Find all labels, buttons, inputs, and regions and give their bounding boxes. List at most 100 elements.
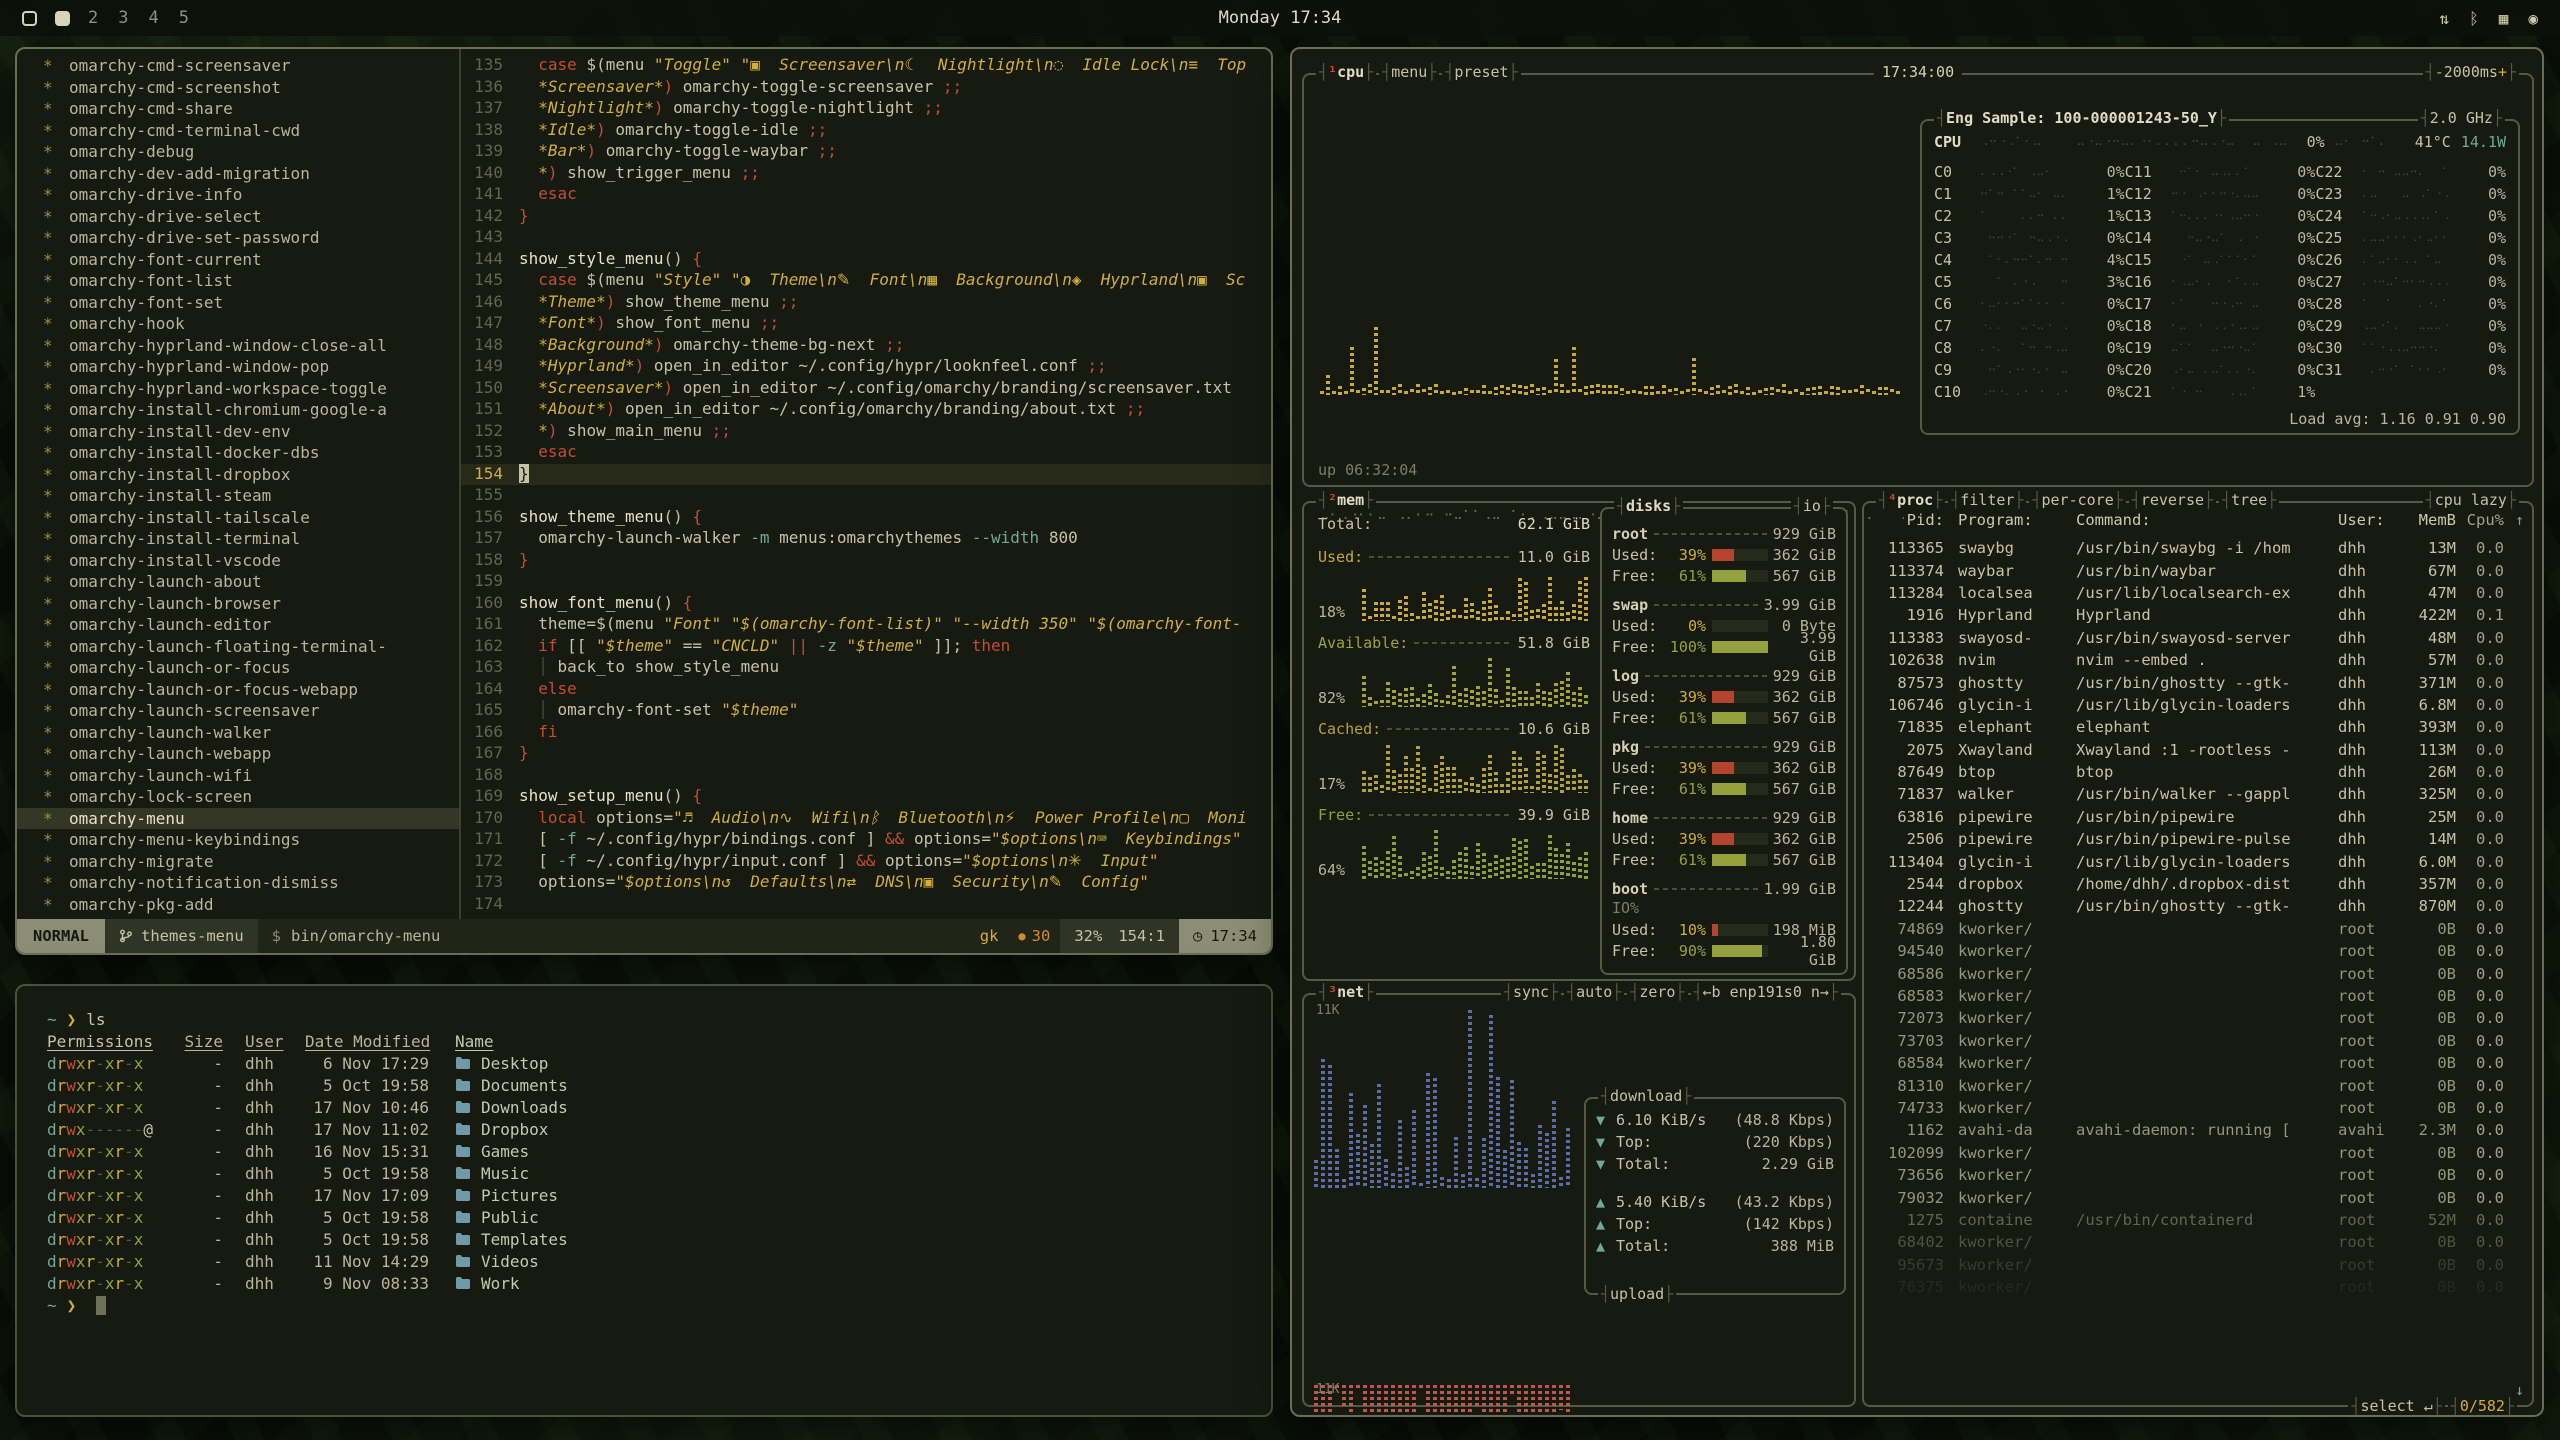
process-row[interactable]: 68402 kworker/ root 0B 0.0: [1878, 1231, 2504, 1253]
file-item[interactable]: *omarchy-migrate: [17, 851, 459, 873]
terminal-prompt[interactable]: ~❯: [47, 1294, 1241, 1316]
file-item[interactable]: *omarchy-cmd-screenshot: [17, 77, 459, 99]
file-item[interactable]: *omarchy-font-list: [17, 270, 459, 292]
proc-box-chip[interactable]: ┤filter├: [1948, 490, 2026, 510]
process-row[interactable]: 74869 kworker/ root 0B 0.0: [1878, 918, 2504, 940]
code-line[interactable]: 139 *Bar*) omarchy-toggle-waybar ;;: [461, 141, 1271, 163]
file-item[interactable]: *omarchy-install-vscode: [17, 550, 459, 572]
code-line[interactable]: 163 │ back_to show_style_menu: [461, 657, 1271, 679]
code-line[interactable]: 151 *About*) open_in_editor ~/.config/om…: [461, 399, 1271, 421]
file-item[interactable]: *omarchy-launch-or-focus: [17, 657, 459, 679]
code-line[interactable]: 147 *Font*) show_font_menu ;;: [461, 313, 1271, 335]
code-line[interactable]: 166 fi: [461, 722, 1271, 744]
process-row[interactable]: 102099 kworker/ root 0B 0.0: [1878, 1142, 2504, 1164]
file-item[interactable]: *omarchy-launch-webapp: [17, 743, 459, 765]
file-item[interactable]: *omarchy-menu-keybindings: [17, 829, 459, 851]
code-line[interactable]: 154}: [461, 464, 1271, 486]
workspace-button[interactable]: 5: [179, 8, 189, 28]
code-line[interactable]: 155: [461, 485, 1271, 507]
file-item[interactable]: *omarchy-font-set: [17, 292, 459, 314]
io-chip[interactable]: ┤io├: [1791, 496, 1833, 516]
process-row[interactable]: 2544 dropbox /home/dhh/.dropbox-dist dhh…: [1878, 873, 2504, 895]
code-line[interactable]: 172 [ -f ~/.config/hypr/input.conf ] && …: [461, 851, 1271, 873]
cpu-box-chip[interactable]: ┤menu├: [1379, 62, 1439, 82]
file-item[interactable]: *omarchy-lock-screen: [17, 786, 459, 808]
proc-box-chip[interactable]: ┤⁴proc├: [1876, 490, 1945, 510]
process-row[interactable]: 68584 kworker/ root 0B 0.0: [1878, 1052, 2504, 1074]
process-row[interactable]: 74733 kworker/ root 0B 0.0: [1878, 1097, 2504, 1119]
file-item[interactable]: *omarchy-launch-walker: [17, 722, 459, 744]
file-item[interactable]: *omarchy-install-terminal: [17, 528, 459, 550]
file-item[interactable]: *omarchy-notification-dismiss: [17, 872, 459, 894]
code-line[interactable]: 173 options="$options\n↺ Defaults\n⇄ DNS…: [461, 872, 1271, 894]
code-line[interactable]: 142}: [461, 206, 1271, 228]
process-row[interactable]: 68583 kworker/ root 0B 0.0: [1878, 985, 2504, 1007]
process-row[interactable]: 72073 kworker/ root 0B 0.0: [1878, 1007, 2504, 1029]
file-item[interactable]: *omarchy-cmd-share: [17, 98, 459, 120]
net-control-chip[interactable]: ┤auto├: [1564, 982, 1624, 1002]
code-line[interactable]: 170 local options="♬ Audio\n∿ Wifi\nᛒ Bl…: [461, 808, 1271, 830]
file-item[interactable]: *omarchy-install-tailscale: [17, 507, 459, 529]
file-item[interactable]: *omarchy-launch-wifi: [17, 765, 459, 787]
process-row[interactable]: 71837 walker /usr/bin/walker --gappl dhh…: [1878, 783, 2504, 805]
process-row[interactable]: 95673 kworker/ root 0B 0.0: [1878, 1254, 2504, 1276]
file-item[interactable]: *omarchy-cmd-screensaver: [17, 55, 459, 77]
file-item[interactable]: *omarchy-launch-browser: [17, 593, 459, 615]
file-item[interactable]: *omarchy-hyprland-workspace-toggle: [17, 378, 459, 400]
file-item[interactable]: *omarchy-pkg-add: [17, 894, 459, 916]
file-item[interactable]: *omarchy-hyprland-window-close-all: [17, 335, 459, 357]
process-row[interactable]: 113365 swaybg /usr/bin/swaybg -i /hom dh…: [1878, 537, 2504, 559]
code-line[interactable]: 153 esac: [461, 442, 1271, 464]
process-row[interactable]: 71835 elephant elephant dhh 393M 0.0: [1878, 716, 2504, 738]
file-item[interactable]: *omarchy-install-docker-dbs: [17, 442, 459, 464]
code-line[interactable]: 169show_setup_menu() {: [461, 786, 1271, 808]
file-item[interactable]: *omarchy-launch-or-focus-webapp: [17, 679, 459, 701]
proc-box-chip[interactable]: ┤per-core├: [2029, 490, 2125, 510]
bluetooth-icon[interactable]: ᛒ: [2469, 9, 2479, 28]
active-workspace-icon[interactable]: [55, 11, 70, 26]
code-line[interactable]: 159: [461, 571, 1271, 593]
process-row[interactable]: 68586 kworker/ root 0B 0.0: [1878, 962, 2504, 984]
code-line[interactable]: 141 esac: [461, 184, 1271, 206]
code-line[interactable]: 161 theme=$(menu "Font" "$(omarchy-font-…: [461, 614, 1271, 636]
file-item[interactable]: *omarchy-drive-set-password: [17, 227, 459, 249]
code-line[interactable]: 137 *Nightlight*) omarchy-toggle-nightli…: [461, 98, 1271, 120]
net-interface-chip[interactable]: ┤←b enp191s0 n→├: [1691, 982, 1842, 1002]
network-arrows-icon[interactable]: ⇅: [2439, 9, 2449, 28]
interval-increase-button[interactable]: +: [2498, 62, 2507, 82]
disks-chip[interactable]: ┤disks├: [1614, 496, 1683, 516]
code-line[interactable]: 174: [461, 894, 1271, 916]
process-row[interactable]: 79032 kworker/ root 0B 0.0: [1878, 1186, 2504, 1208]
net-box-chip[interactable]: ┤³net├: [1316, 982, 1376, 1002]
proc-box-chip[interactable]: ┤reverse├: [2129, 490, 2216, 510]
file-item[interactable]: *omarchy-install-dropbox: [17, 464, 459, 486]
process-table-header[interactable]: Pid: Program: Command: User: MemB Cpu%: [1878, 511, 2504, 529]
code-line[interactable]: 140 *) show_trigger_menu ;;: [461, 163, 1271, 185]
code-line[interactable]: 165 │ omarchy-font-set "$theme": [461, 700, 1271, 722]
process-row[interactable]: 87573 ghostty /usr/bin/ghostty --gtk- dh…: [1878, 671, 2504, 693]
file-item[interactable]: *omarchy-hyprland-window-pop: [17, 356, 459, 378]
file-item[interactable]: *omarchy-drive-info: [17, 184, 459, 206]
code-line[interactable]: 144show_style_menu() {: [461, 249, 1271, 271]
code-line[interactable]: 157 omarchy-launch-walker -m menus:omarc…: [461, 528, 1271, 550]
code-line[interactable]: 164 else: [461, 679, 1271, 701]
code-line[interactable]: 135 case $(menu "Toggle" "▣ Screensaver\…: [461, 55, 1271, 77]
mem-box-chip[interactable]: ┤²mem├: [1316, 490, 1376, 510]
file-item[interactable]: *omarchy-dev-add-migration: [17, 163, 459, 185]
code-line[interactable]: 146 *Theme*) show_theme_menu ;;: [461, 292, 1271, 314]
code-line[interactable]: 138 *Idle*) omarchy-toggle-idle ;;: [461, 120, 1271, 142]
code-line[interactable]: 150 *Screensaver*) open_in_editor ~/.con…: [461, 378, 1271, 400]
file-item[interactable]: *omarchy-launch-screensaver: [17, 700, 459, 722]
process-row[interactable]: 73656 kworker/ root 0B 0.0: [1878, 1164, 2504, 1186]
system-monitor-icon[interactable]: ▦: [2499, 9, 2509, 28]
file-item[interactable]: *omarchy-launch-floating-terminal-: [17, 636, 459, 658]
process-row[interactable]: 63816 pipewire /usr/bin/pipewire dhh 25M…: [1878, 806, 2504, 828]
file-item[interactable]: *omarchy-cmd-terminal-cwd: [17, 120, 459, 142]
file-item[interactable]: *omarchy-font-current: [17, 249, 459, 271]
process-row[interactable]: 113383 swayosd- /usr/bin/swayosd-server …: [1878, 627, 2504, 649]
process-row[interactable]: 76375 kworker/ root 0B 0.0: [1878, 1276, 2504, 1298]
code-line[interactable]: 149 *Hyprland*) open_in_editor ~/.config…: [461, 356, 1271, 378]
process-row[interactable]: 87649 btop btop dhh 26M 0.0: [1878, 761, 2504, 783]
proc-box-chip[interactable]: ┤tree├: [2219, 490, 2279, 510]
code-line[interactable]: 148 *Background*) omarchy-theme-bg-next …: [461, 335, 1271, 357]
